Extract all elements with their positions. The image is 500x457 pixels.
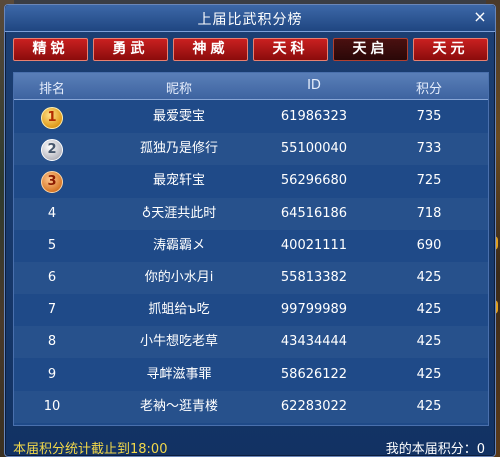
name-cell: 涛霸霸メ bbox=[152, 237, 205, 253]
tab-tianke[interactable]: 天科 bbox=[253, 38, 328, 61]
my-score: 我的本届积分：0 bbox=[385, 442, 485, 457]
name-cell: 你的小水月i bbox=[144, 270, 214, 285]
header-rank: 排名 bbox=[38, 82, 65, 97]
id-cell: 55813382 bbox=[280, 270, 348, 285]
rank-bronze-medal-icon: 3 bbox=[41, 171, 63, 194]
name-cell: 最宠轩宝 bbox=[152, 173, 205, 189]
score-cell: 425 bbox=[416, 270, 442, 285]
header-id: ID bbox=[307, 78, 321, 93]
table-row[interactable]: 3 最宠轩宝 56296680 725 bbox=[14, 165, 488, 197]
table-row[interactable]: 2 孤独乃是修行 55100040 733 bbox=[14, 133, 488, 166]
ranking-table: 排名 昵称 ID 积分 1 最爱雯宝 61986323 735 2 孤独乃是修行 55100… bbox=[13, 72, 489, 426]
score-cell: 425 bbox=[416, 334, 442, 350]
name-cell: ♁天涯共此时 bbox=[141, 205, 217, 221]
table-row[interactable]: 8 小牛想吃老草 43434444 425 bbox=[14, 326, 488, 359]
table-header: 排名 昵称 ID 积分 bbox=[14, 73, 488, 100]
score-cell: 725 bbox=[416, 173, 442, 189]
rank-cell: 9 bbox=[47, 366, 57, 382]
id-cell: 40021111 bbox=[280, 237, 348, 253]
name-cell: 老衲～逛青楼 bbox=[139, 398, 218, 414]
rank-cell: 5 bbox=[47, 237, 57, 253]
rank-cell: 8 bbox=[47, 334, 57, 350]
rank-cell: 4 bbox=[47, 205, 57, 221]
window-title: 上届比武积分榜 bbox=[197, 12, 303, 28]
table-row[interactable]: 4 ♁天涯共此时 64516186 718 bbox=[14, 197, 488, 230]
deadline-notice: 本届积分统计截止到18:00 bbox=[13, 442, 168, 457]
name-cell: 孤独乃是修行 bbox=[139, 141, 218, 157]
name-cell: 小牛想吃老草 bbox=[139, 334, 218, 350]
rank-gold-medal-icon: 1 bbox=[41, 107, 63, 129]
rank-cell: 6 bbox=[47, 270, 57, 285]
table-row[interactable]: 1 最爱雯宝 61986323 735 bbox=[14, 101, 488, 133]
division-tabs: 精锐 勇武 神威 天科 天启 天元 bbox=[13, 38, 488, 61]
rank-cell: 7 bbox=[47, 302, 57, 318]
score-cell: 733 bbox=[416, 141, 442, 157]
tab-shenwei[interactable]: 神威 bbox=[173, 38, 248, 61]
rank-cell: 10 bbox=[43, 398, 61, 414]
id-cell: 56296680 bbox=[280, 173, 348, 189]
tab-jingrui[interactable]: 精锐 bbox=[13, 38, 88, 61]
id-cell: 61986323 bbox=[280, 109, 348, 124]
score-cell: 425 bbox=[416, 302, 442, 318]
header-name: 昵称 bbox=[165, 82, 192, 97]
name-cell: 抓蛆给ъ吃 bbox=[148, 302, 210, 318]
name-cell: 寻衅滋事罪 bbox=[146, 366, 212, 382]
id-cell: 43434444 bbox=[280, 334, 348, 350]
tab-tianqi[interactable]: 天启 bbox=[333, 38, 408, 61]
rank-silver-medal-icon: 2 bbox=[41, 139, 63, 162]
title-bar[interactable]: 上届比武积分榜 × bbox=[5, 5, 495, 32]
name-cell: 最爱雯宝 bbox=[152, 109, 205, 124]
score-cell: 690 bbox=[416, 237, 442, 253]
id-cell: 99799989 bbox=[280, 302, 348, 318]
id-cell: 58626122 bbox=[280, 366, 348, 382]
score-cell: 735 bbox=[416, 109, 442, 124]
tab-tianyuan[interactable]: 天元 bbox=[413, 38, 488, 61]
header-score: 积分 bbox=[415, 82, 442, 97]
id-cell: 64516186 bbox=[280, 205, 348, 221]
close-button[interactable]: × bbox=[471, 8, 489, 26]
table-row[interactable]: 7 抓蛆给ъ吃 99799989 425 bbox=[14, 294, 488, 326]
tab-yongwu[interactable]: 勇武 bbox=[93, 38, 168, 61]
score-cell: 425 bbox=[416, 366, 442, 382]
id-cell: 55100040 bbox=[280, 141, 348, 157]
score-cell: 718 bbox=[416, 205, 442, 221]
table-row[interactable]: 6 你的小水月i 55813382 425 bbox=[14, 262, 488, 294]
table-row[interactable]: 9 寻衅滋事罪 58626122 425 bbox=[14, 359, 488, 391]
id-cell: 62283022 bbox=[280, 398, 348, 414]
leaderboard-window: 上届比武积分榜 × 精锐 勇武 神威 天科 天启 天元 排名 昵称 ID 积分 … bbox=[4, 4, 496, 457]
table-row[interactable]: 5 涛霸霸メ 40021111 690 bbox=[14, 230, 488, 262]
table-row[interactable]: 10 老衲～逛青楼 62283022 425 bbox=[14, 390, 488, 423]
score-cell: 425 bbox=[416, 398, 442, 414]
